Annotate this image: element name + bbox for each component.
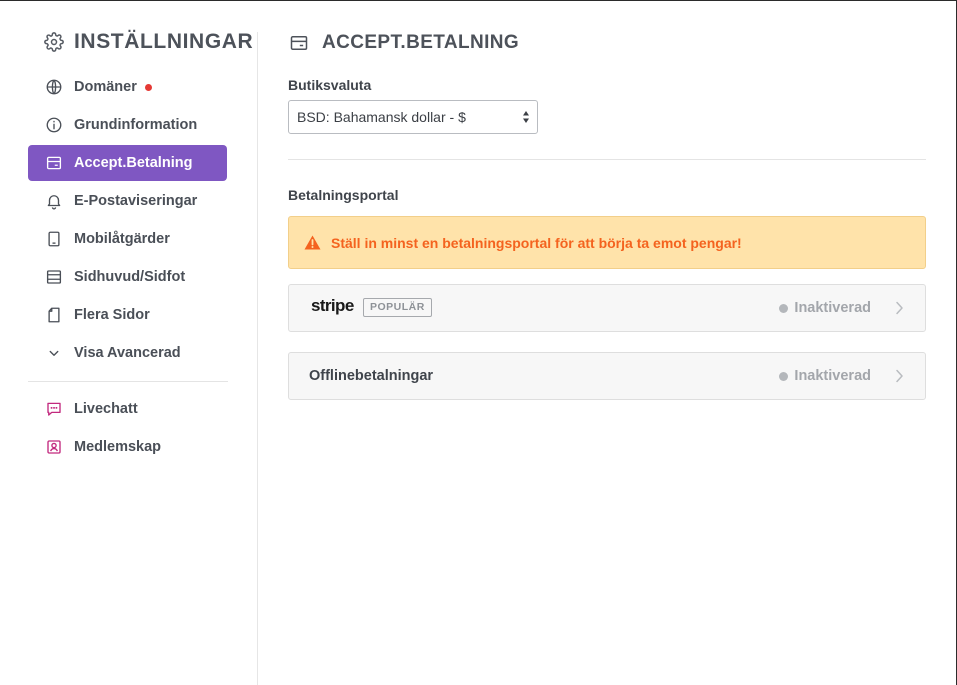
sidebar-item-basic-info[interactable]: Grundinformation <box>28 107 227 143</box>
sidebar-item-label: Grundinformation <box>74 117 198 133</box>
chevron-right-icon <box>896 301 903 315</box>
sidebar-title-text: INSTÄLLNINGAR <box>74 30 254 53</box>
sidebar-item-multiple-pages[interactable]: Flera Sidor <box>28 297 227 333</box>
gateway-status-text: Inaktiverad <box>794 368 871 384</box>
sidebar-item-email-notifications[interactable]: E-Postaviseringar <box>28 183 227 219</box>
sidebar-item-label: Sidhuvud/Sidfot <box>74 269 186 285</box>
sidebar-item-label: Domäner <box>74 79 137 95</box>
sidebar-item-label: Visa Avancerad <box>74 345 181 361</box>
member-icon <box>47 440 61 454</box>
currency-select[interactable]: BSD: Bahamansk dollar - $ <box>288 100 538 134</box>
globe-icon <box>46 79 62 95</box>
gateway-status-text: Inaktiverad <box>794 300 871 316</box>
page-title-text: ACCEPT.BETALNING <box>322 32 520 53</box>
sidebar-item-label: Flera Sidor <box>74 307 150 323</box>
sidebar-item-mobile-actions[interactable]: Mobilåtgärder <box>28 221 227 257</box>
sidebar-item-live-chat[interactable]: Livechatt <box>28 391 227 427</box>
gear-icon <box>44 32 64 52</box>
sidebar-divider <box>28 381 228 382</box>
sidebar-item-show-advanced[interactable]: Visa Avancerad <box>28 335 227 371</box>
gateway-status: Inaktiverad <box>779 300 871 316</box>
sidebar-item-header-footer[interactable]: Sidhuvud/Sidfot <box>28 259 227 295</box>
notification-dot <box>144 83 152 91</box>
warning-icon <box>304 235 321 250</box>
chat-icon <box>47 402 61 416</box>
layout-icon <box>46 270 62 284</box>
extra-nav: Livechatt Medlemskap <box>28 391 227 467</box>
warning-alert: Ställ in minst en betalningsportal för a… <box>288 216 926 269</box>
info-icon <box>46 117 62 133</box>
gateway-name: Offlinebetalningar <box>309 368 434 384</box>
card-icon <box>46 156 62 170</box>
page-title: ACCEPT.BETALNING <box>289 29 519 57</box>
section-divider <box>288 159 926 160</box>
currency-select-value: BSD: Bahamansk dollar - $ <box>297 109 466 125</box>
sidebar-item-label: Medlemskap <box>74 439 162 455</box>
sidebar-item-label: E-Postaviseringar <box>74 193 198 209</box>
warning-text: Ställ in minst en betalningsportal för a… <box>331 234 742 251</box>
select-arrows-icon <box>523 111 529 123</box>
chevron-down-icon <box>49 350 59 356</box>
sidebar-item-label: Livechatt <box>74 401 138 417</box>
popular-badge: POPULÄR <box>363 298 432 317</box>
settings-sidebar: INSTÄLLNINGAR Domäner Grundinformation A… <box>0 0 257 685</box>
settings-nav: Domäner Grundinformation Accept.Betalnin… <box>28 69 227 373</box>
sidebar-border <box>257 32 258 685</box>
sidebar-item-label: Mobilåtgärder <box>74 231 170 247</box>
sidebar-item-accept-payment[interactable]: Accept.Betalning <box>28 145 227 181</box>
gateway-card-stripe[interactable]: stripe POPULÄR Inaktiverad <box>288 284 926 332</box>
bell-icon <box>47 195 61 210</box>
page-icon <box>48 307 60 323</box>
chevron-right-icon <box>896 369 903 383</box>
sidebar-title: INSTÄLLNINGAR <box>44 28 253 56</box>
status-dot <box>779 371 789 381</box>
gateway-status: Inaktiverad <box>779 368 871 384</box>
stripe-logo: stripe <box>311 296 354 315</box>
currency-label: Butiksvaluta <box>288 77 372 93</box>
gateway-card-offline[interactable]: Offlinebetalningar Inaktiverad <box>288 352 926 400</box>
mobile-icon <box>48 231 60 247</box>
card-icon <box>290 36 308 50</box>
portal-label: Betalningsportal <box>288 187 399 203</box>
status-dot <box>779 303 789 313</box>
sidebar-item-domains[interactable]: Domäner <box>28 69 227 105</box>
sidebar-item-membership[interactable]: Medlemskap <box>28 429 227 465</box>
sidebar-item-label: Accept.Betalning <box>74 155 193 171</box>
